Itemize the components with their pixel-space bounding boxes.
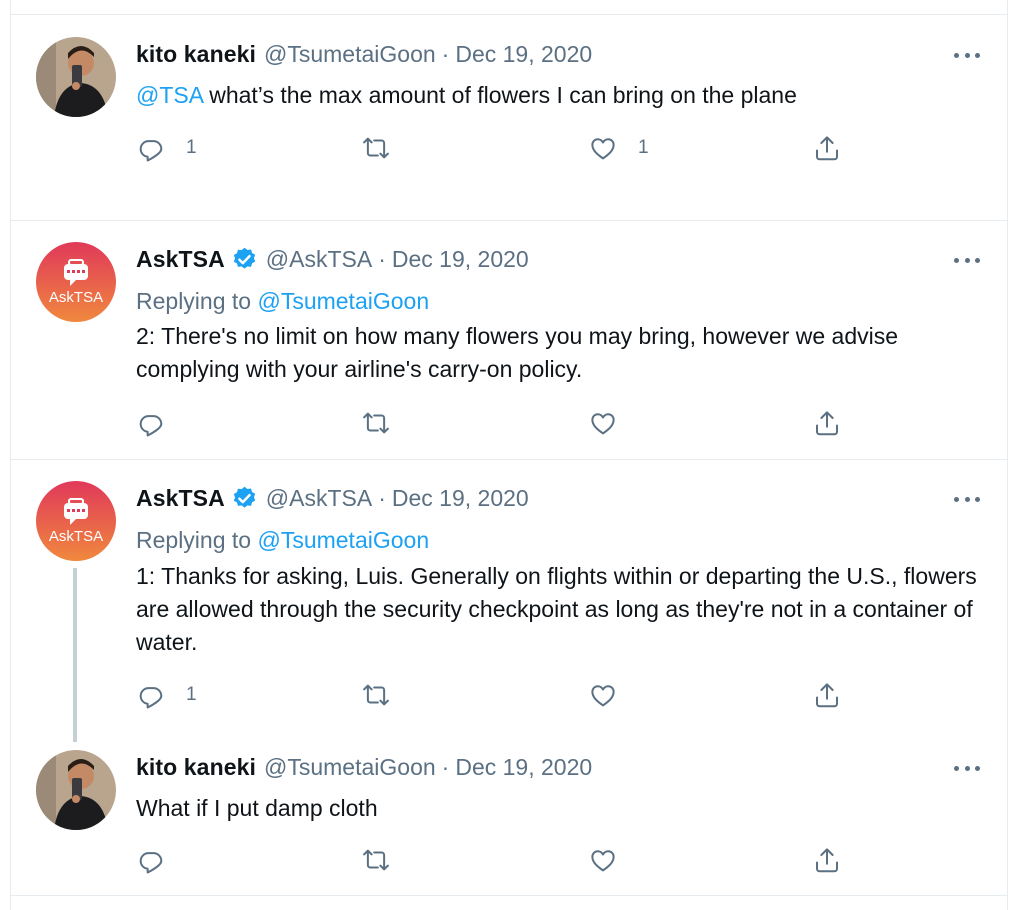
reply-icon [139,140,163,162]
heart-icon [591,138,615,160]
replying-to-link[interactable]: @TsumetaiGoon [257,288,429,314]
display-name[interactable]: kito kaneki [136,754,256,781]
tweet[interactable]: kito kaneki @TsumetaiGoon · Dec 19, 2020… [10,15,1008,220]
asktsa-logo-text: AskTSA [49,289,103,306]
replying-to: Replying to @TsumetaiGoon [136,288,429,315]
separator: · [441,41,450,67]
like-count: 1 [638,137,649,158]
retweet-button[interactable] [361,407,411,439]
verified-badge-icon [233,247,255,269]
retweet-icon [363,684,389,706]
separator: · [378,485,386,511]
more-icon[interactable] [954,256,980,264]
replying-prefix: Replying to [136,288,258,314]
retweet-icon [363,412,389,434]
display-name[interactable]: AskTSA [136,485,225,512]
replying-prefix: Replying to [136,527,258,553]
reply-icon [139,852,163,874]
share-button[interactable] [812,407,842,439]
like-button[interactable]: 1 [588,132,649,164]
share-icon [816,683,838,708]
reply-button[interactable] [136,407,186,439]
tweet-body: what’s the max amount of flowers I can b… [202,82,797,108]
heart-icon [591,413,615,435]
action-bar [136,844,856,876]
tweet-date[interactable]: Dec 19, 2020 [392,485,529,512]
avatar[interactable]: AskTSA [36,242,116,322]
replying-to-link[interactable]: @TsumetaiGoon [257,527,429,553]
user-handle[interactable]: @AskTSA [266,485,372,512]
tweet[interactable]: AskTSA AskTSA @AskTSA · Dec 19, 2020 Rep… [10,221,1008,459]
more-icon[interactable] [954,764,980,772]
tweet-date[interactable]: Dec 19, 2020 [455,754,592,781]
mention-link[interactable]: @TSA [136,82,203,108]
action-bar: 1 [136,679,856,711]
user-handle[interactable]: @AskTSA [266,246,372,273]
retweet-icon [363,137,389,159]
like-button[interactable] [588,679,638,711]
share-button[interactable] [812,844,842,876]
retweet-icon [363,849,389,871]
tweet[interactable]: AskTSA AskTSA @AskTSA · Dec 19, 2020 Rep… [10,460,1008,728]
like-button[interactable] [588,407,638,439]
user-handle[interactable]: @TsumetaiGoon [264,754,436,781]
replying-to: Replying to @TsumetaiGoon [136,527,429,554]
share-button[interactable] [812,132,842,164]
verified-badge-icon [233,486,255,508]
separator: · [441,754,450,780]
avatar[interactable]: AskTSA [36,481,116,561]
share-button[interactable] [812,679,842,711]
reply-button[interactable]: 1 [136,132,197,164]
reply-button[interactable] [136,844,186,876]
reply-count: 1 [186,137,197,158]
tweet-header: AskTSA @AskTSA · Dec 19, 2020 [136,246,529,273]
tweet-header: AskTSA @AskTSA · Dec 19, 2020 [136,485,529,512]
share-icon [816,411,838,436]
tweet-header: kito kaneki @TsumetaiGoon · Dec 19, 2020 [136,41,592,68]
tweet-header: kito kaneki @TsumetaiGoon · Dec 19, 2020 [136,754,592,781]
reply-icon [139,415,163,437]
reply-button[interactable]: 1 [136,679,197,711]
avatar[interactable] [36,750,116,830]
user-handle[interactable]: @TsumetaiGoon [264,41,436,68]
share-icon [816,848,838,873]
heart-icon [591,685,615,707]
display-name[interactable]: AskTSA [136,246,225,273]
action-bar: 1 1 [136,132,856,164]
share-icon [816,136,838,161]
more-icon[interactable] [954,495,980,503]
like-button[interactable] [588,844,638,876]
tweet[interactable]: kito kaneki @TsumetaiGoon · Dec 19, 2020… [10,728,1008,895]
tweet-text: @TSA what’s the max amount of flowers I … [136,79,986,112]
retweet-button[interactable] [361,132,411,164]
reply-count: 1 [186,684,197,705]
retweet-button[interactable] [361,844,411,876]
separator: · [378,246,386,272]
asktsa-logo-text: AskTSA [49,528,103,545]
avatar[interactable] [36,37,116,117]
retweet-button[interactable] [361,679,411,711]
reply-icon [139,687,163,709]
heart-icon [591,850,615,872]
tweet-text: 2: There's no limit on how many flowers … [136,323,899,382]
tweet-text: 1: Thanks for asking, Luis. Generally on… [136,563,977,655]
bottom-border [10,895,1008,896]
more-icon[interactable] [954,51,980,59]
tweet-text: What if I put damp cloth [136,795,378,821]
display-name[interactable]: kito kaneki [136,41,256,68]
tweet-date[interactable]: Dec 19, 2020 [392,246,529,273]
tweet-date[interactable]: Dec 19, 2020 [455,41,592,68]
action-bar [136,407,856,439]
